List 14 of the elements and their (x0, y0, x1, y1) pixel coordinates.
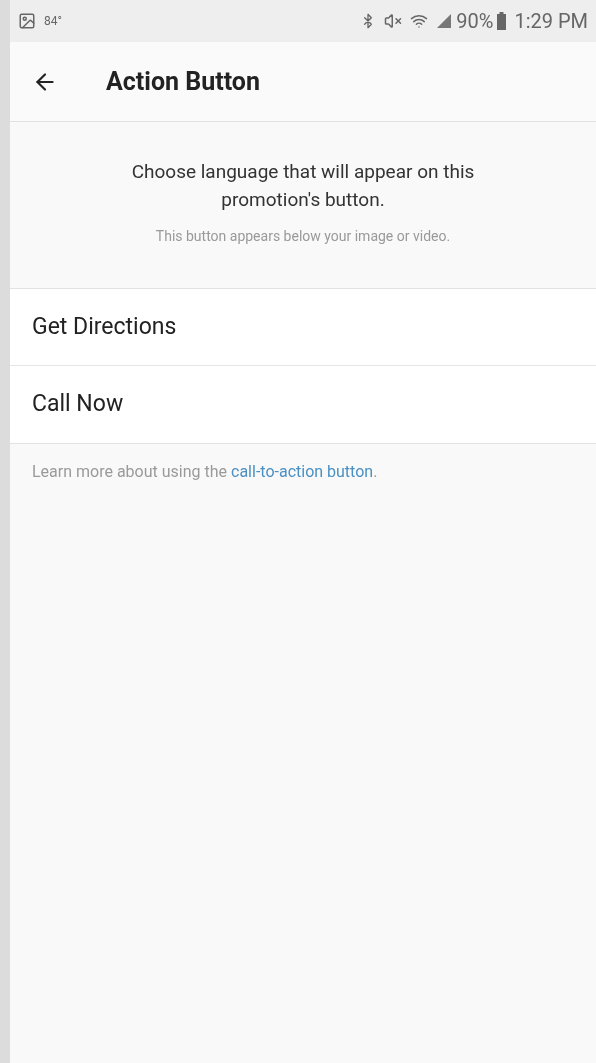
temperature: 84° (44, 13, 62, 30)
intro-heading: Choose language that will appear on this promotion's button. (130, 159, 476, 213)
battery-percent: 90% (456, 8, 494, 35)
page-title: Action Button (106, 65, 260, 98)
clock: 1:29 PM (514, 8, 588, 35)
wifi-icon (410, 12, 429, 30)
signal-icon (436, 13, 453, 29)
option-item[interactable]: Get Directions (10, 289, 596, 366)
option-item[interactable]: Call Now (10, 366, 596, 443)
battery-icon (497, 12, 507, 30)
learn-more-text: Learn more about using the call-to-action button. (31, 461, 379, 483)
picture-icon (18, 12, 36, 30)
intro-note: This button appears below your image or video. (155, 227, 451, 246)
mute-icon (384, 12, 403, 30)
